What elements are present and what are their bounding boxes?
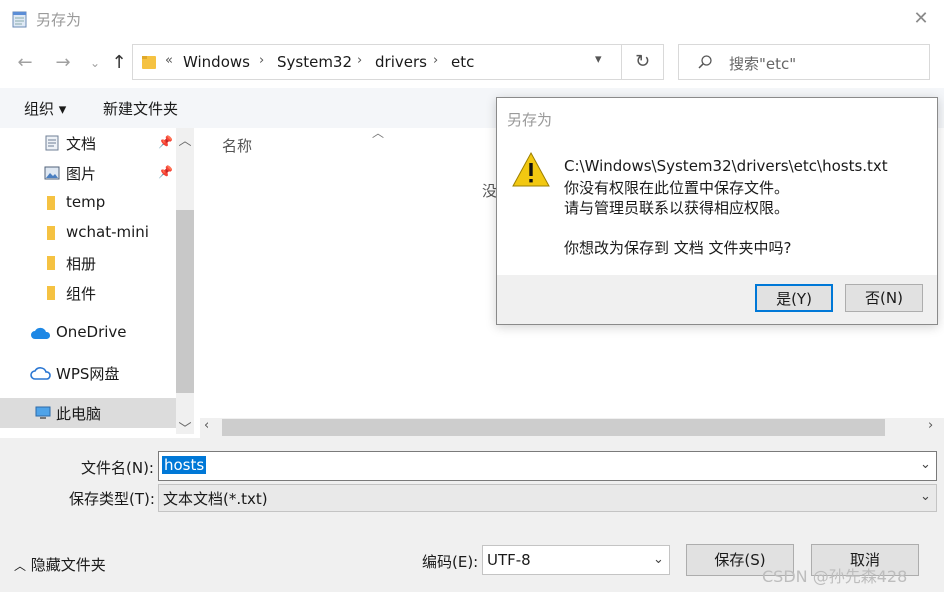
folder-icon — [44, 225, 60, 241]
horizontal-scrollbar-thumb[interactable] — [222, 419, 885, 436]
dialog-message-line: 请与管理员联系以获得相应权限。 — [564, 199, 790, 217]
up-arrow-icon[interactable]: ↑ — [106, 50, 132, 76]
sidebar-item-components[interactable]: 组件 — [0, 278, 176, 308]
folder-icon — [142, 54, 156, 70]
sidebar-item-label: 文档 — [66, 135, 97, 153]
chevron-down-icon[interactable]: ﹀ — [176, 418, 194, 437]
chevron-up-icon: ︿ — [14, 559, 27, 573]
folder-icon — [44, 195, 60, 211]
sidebar-item-wchat-mini[interactable]: wchat-mini — [0, 218, 176, 248]
sidebar-item-album[interactable]: 相册 — [0, 248, 176, 278]
sort-ascending-icon: ︿ — [372, 126, 385, 140]
sidebar-item-label: 相册 — [66, 255, 97, 273]
window-title: 另存为 — [36, 11, 82, 29]
search-icon — [697, 54, 713, 70]
empty-folder-message: 没 — [482, 182, 498, 200]
breadcrumb-system32[interactable]: System32 — [277, 53, 352, 71]
close-icon[interactable]: ✕ — [906, 6, 936, 32]
sidebar-item-label: wchat-mini — [66, 223, 149, 241]
address-bar[interactable]: « Windows › System32 › drivers › etc ▾ — [132, 44, 622, 80]
dialog-path-text: C:\Windows\System32\drivers\etc\hosts.tx… — [564, 157, 888, 175]
column-header-name[interactable]: 名称 — [222, 135, 252, 156]
back-arrow-icon[interactable]: ← — [12, 50, 38, 76]
breadcrumb-windows[interactable]: Windows — [183, 53, 250, 71]
navigation-pane: 文档 📌 图片 📌 temp wchat-mini 相册 组件 OneDrive… — [0, 128, 176, 434]
sidebar-item-this-pc[interactable]: 此电脑 — [0, 398, 176, 428]
title-bar — [0, 0, 944, 38]
encoding-value: UTF-8 — [487, 551, 531, 569]
document-icon — [44, 135, 60, 151]
notepad-icon — [12, 10, 28, 28]
folder-icon — [44, 285, 60, 301]
sidebar-item-onedrive[interactable]: OneDrive — [0, 318, 176, 348]
chevron-down-icon[interactable]: ▾ — [595, 52, 602, 67]
recent-locations-chevron-icon[interactable]: ⌄ — [82, 50, 108, 76]
file-type-label: 保存类型(T): — [69, 490, 155, 508]
search-placeholder: 搜索"etc" — [729, 55, 797, 73]
watermark: CSDN @孙先森428 — [762, 567, 908, 586]
sidebar-scrollbar-thumb[interactable] — [176, 210, 194, 393]
filename-label: 文件名(N): — [81, 459, 154, 477]
dialog-message-line: 你没有权限在此位置中保存文件。 — [564, 179, 790, 197]
chevron-down-icon: ⌄ — [920, 489, 931, 504]
hide-folders-toggle[interactable]: ︿ 隐藏文件夹 — [14, 554, 106, 575]
refresh-icon[interactable]: ↻ — [622, 44, 664, 80]
warning-icon — [511, 151, 551, 189]
sidebar-item-label: 组件 — [66, 285, 97, 303]
filename-value: hosts — [162, 456, 207, 474]
chevron-right-icon[interactable]: › — [357, 53, 362, 68]
organize-menu-button[interactable]: 组织 ▾ — [24, 98, 66, 119]
file-type-select[interactable]: 文本文档(*.txt) ⌄ — [158, 484, 937, 512]
cloud-icon — [30, 325, 52, 341]
sidebar-item-pictures[interactable]: 图片 📌 — [0, 158, 176, 188]
dialog-button-bar: 是(Y) 否(N) — [497, 275, 937, 324]
no-button[interactable]: 否(N) — [845, 284, 923, 312]
breadcrumb-drivers[interactable]: drivers — [375, 53, 427, 71]
permission-warning-dialog: 另存为 C:\Windows\System32\drivers\etc\host… — [496, 97, 938, 325]
pin-icon: 📌 — [158, 135, 173, 149]
chevron-down-icon: ⌄ — [653, 552, 664, 567]
yes-button[interactable]: 是(Y) — [755, 284, 833, 312]
sidebar-item-label: temp — [66, 193, 106, 211]
chevron-up-icon[interactable]: ︿ — [176, 130, 194, 149]
encoding-label: 编码(E): — [422, 553, 479, 571]
computer-icon — [34, 405, 52, 421]
folder-icon — [44, 255, 60, 271]
path-prefix: « — [165, 53, 173, 68]
encoding-select[interactable]: UTF-8 ⌄ — [482, 545, 670, 575]
pin-icon: 📌 — [158, 165, 173, 179]
dialog-title: 另存为 — [507, 111, 553, 129]
sidebar-item-temp[interactable]: temp — [0, 188, 176, 218]
new-folder-button[interactable]: 新建文件夹 — [103, 98, 178, 119]
sidebar-item-documents[interactable]: 文档 📌 — [0, 128, 176, 158]
file-type-value: 文本文档(*.txt) — [163, 490, 268, 508]
cloud-outline-icon — [30, 365, 52, 381]
chevron-down-icon[interactable]: ⌄ — [920, 457, 931, 472]
picture-icon — [44, 165, 60, 181]
chevron-left-icon[interactable]: ‹ — [204, 418, 209, 433]
sidebar-item-label: 此电脑 — [56, 405, 102, 423]
search-input[interactable]: 搜索"etc" — [678, 44, 930, 80]
filename-input[interactable]: hosts ⌄ — [158, 451, 937, 481]
forward-arrow-icon[interactable]: → — [50, 50, 76, 76]
chevron-right-icon[interactable]: › — [259, 53, 264, 68]
breadcrumb-etc[interactable]: etc — [451, 53, 474, 71]
sidebar-item-label: 图片 — [66, 165, 97, 183]
chevron-right-icon[interactable]: › — [928, 418, 933, 433]
hide-folders-label: 隐藏文件夹 — [30, 556, 106, 574]
sidebar-item-label: WPS网盘 — [56, 365, 120, 383]
chevron-right-icon[interactable]: › — [433, 53, 438, 68]
sidebar-item-wps-drive[interactable]: WPS网盘 — [0, 358, 176, 388]
dialog-question-text: 你想改为保存到 文档 文件夹中吗? — [564, 239, 792, 257]
sidebar-item-label: OneDrive — [56, 323, 127, 341]
